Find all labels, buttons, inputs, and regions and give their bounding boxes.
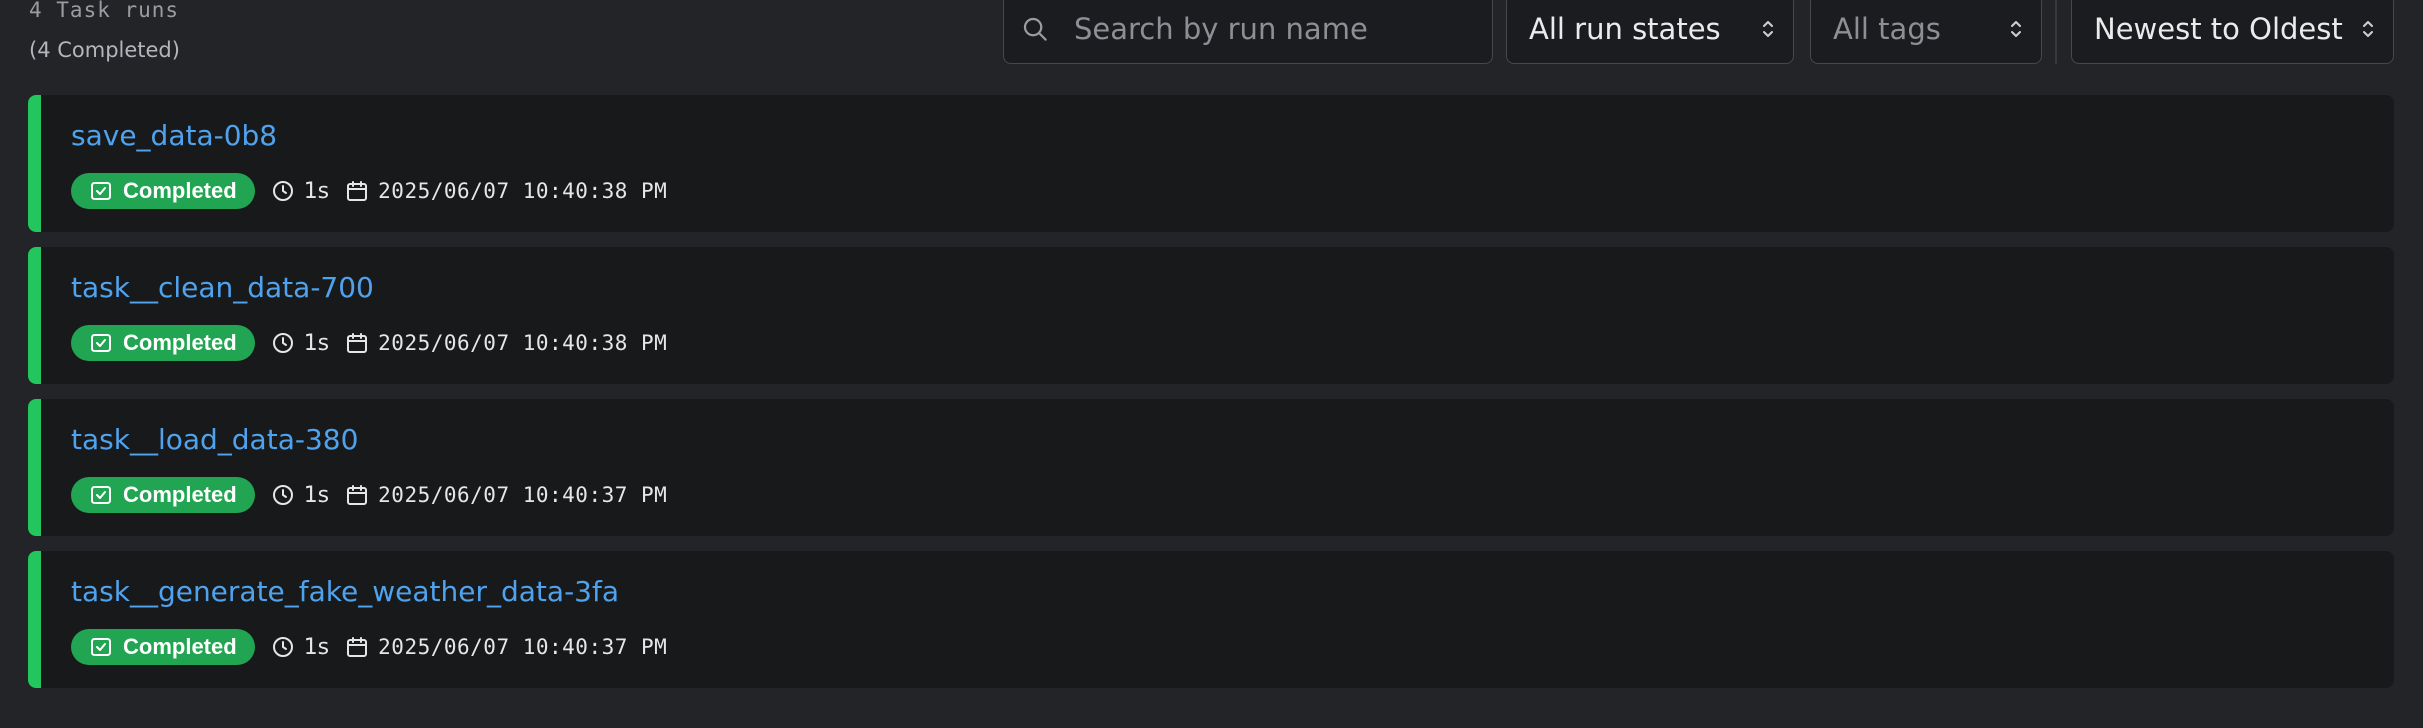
- task-run-row: task__generate_fake_weather_data-3fa Com…: [28, 551, 2394, 688]
- tags-select[interactable]: All tags: [1810, 0, 2042, 64]
- status-badge: Completed: [71, 629, 255, 665]
- chevron-up-down-icon: [2007, 16, 2025, 42]
- tags-value: All tags: [1833, 12, 1941, 46]
- clock-icon: [270, 330, 296, 356]
- status-stripe: [28, 95, 41, 232]
- task-run-meta: Completed 1s 2025/06/07 10:40:38 PM: [71, 325, 667, 361]
- search-input[interactable]: [1074, 12, 1492, 46]
- task-run-meta: Completed 1s 2025/06/07 10:40:37 PM: [71, 477, 667, 513]
- task-run-list: save_data-0b8 Completed 1s 2025/06/07 10…: [28, 95, 2394, 703]
- check-square-icon: [89, 634, 115, 660]
- run-states-value: All run states: [1529, 12, 1721, 46]
- sort-select[interactable]: Newest to Oldest: [2071, 0, 2394, 64]
- task-run-name-link[interactable]: save_data-0b8: [71, 119, 277, 153]
- status-label: Completed: [123, 482, 237, 507]
- task-run-row: save_data-0b8 Completed 1s 2025/06/07 10…: [28, 95, 2394, 232]
- duration: 1s: [303, 330, 330, 356]
- status-stripe: [28, 551, 41, 688]
- check-square-icon: [89, 330, 115, 356]
- task-run-row: task__clean_data-700 Completed 1s 2025/0…: [28, 247, 2394, 384]
- task-run-name-link[interactable]: task__load_data-380: [71, 423, 358, 457]
- check-square-icon: [89, 482, 115, 508]
- search-icon: [1018, 12, 1052, 46]
- start-timestamp: 2025/06/07 10:40:37 PM: [378, 635, 668, 659]
- calendar-icon: [344, 634, 370, 660]
- status-label: Completed: [123, 634, 237, 659]
- status-badge: Completed: [71, 325, 255, 361]
- calendar-icon: [344, 178, 370, 204]
- status-badge: Completed: [71, 173, 255, 209]
- task-run-name-link[interactable]: task__clean_data-700: [71, 271, 374, 305]
- status-badge: Completed: [71, 477, 255, 513]
- status-stripe: [28, 399, 41, 536]
- status-label: Completed: [123, 330, 237, 355]
- task-run-meta: Completed 1s 2025/06/07 10:40:37 PM: [71, 629, 667, 665]
- task-run-name-link[interactable]: task__generate_fake_weather_data-3fa: [71, 575, 619, 609]
- clock-icon: [270, 634, 296, 660]
- run-states-select[interactable]: All run states: [1506, 0, 1794, 64]
- clock-icon: [270, 482, 296, 508]
- filter-divider: [2055, 0, 2057, 64]
- duration: 1s: [303, 178, 330, 204]
- search-field[interactable]: [1003, 0, 1493, 64]
- task-run-row: task__load_data-380 Completed 1s 2025/06…: [28, 399, 2394, 536]
- start-timestamp: 2025/06/07 10:40:37 PM: [378, 483, 668, 507]
- start-timestamp: 2025/06/07 10:40:38 PM: [378, 179, 668, 203]
- task-runs-count: 4 Task runs: [29, 0, 180, 22]
- duration: 1s: [303, 634, 330, 660]
- calendar-icon: [344, 482, 370, 508]
- chevron-up-down-icon: [1759, 16, 1777, 42]
- status-stripe: [28, 247, 41, 384]
- completed-count: (4 Completed): [29, 38, 180, 62]
- task-run-meta: Completed 1s 2025/06/07 10:40:38 PM: [71, 173, 667, 209]
- task-runs-summary: 4 Task runs (4 Completed): [29, 0, 180, 64]
- duration: 1s: [303, 482, 330, 508]
- start-timestamp: 2025/06/07 10:40:38 PM: [378, 331, 668, 355]
- check-square-icon: [89, 178, 115, 204]
- status-label: Completed: [123, 178, 237, 203]
- clock-icon: [270, 178, 296, 204]
- calendar-icon: [344, 330, 370, 356]
- sort-value: Newest to Oldest: [2094, 12, 2343, 46]
- chevron-up-down-icon: [2359, 16, 2377, 42]
